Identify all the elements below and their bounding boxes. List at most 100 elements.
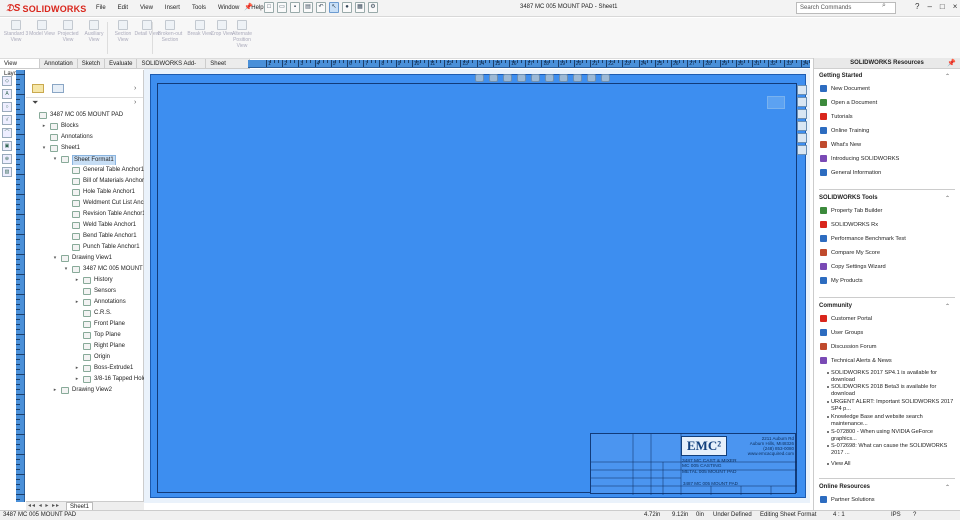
tree-item-annotations[interactable]: Annotations xyxy=(26,132,144,143)
pin-icon[interactable]: 📌 xyxy=(244,3,253,11)
tree-item-c-r-s-[interactable]: C.R.S. xyxy=(26,308,144,319)
section-view-icon[interactable] xyxy=(517,74,526,82)
maximize-icon[interactable]: □ xyxy=(940,2,945,11)
tab-sheet-format[interactable]: Sheet Format xyxy=(206,59,250,77)
news-item[interactable]: URGENT ALERT: Important SOLIDWORKS 2017 … xyxy=(827,399,956,412)
tree-item-right-plane[interactable]: Right Plane xyxy=(26,341,144,352)
note-icon[interactable]: A xyxy=(2,89,12,99)
expand-arrow-icon[interactable]: ▸ xyxy=(74,374,80,385)
tab-sketch[interactable]: Sketch xyxy=(78,59,106,68)
tree-item-revision-table-anchor1[interactable]: Revision Table Anchor1 xyxy=(26,209,144,220)
custom-properties-icon[interactable] xyxy=(797,145,807,155)
news-item[interactable]: S-072800 - When using NVIDIA GeForce gra… xyxy=(827,429,956,442)
tree-item-weldment-cut-list-anchor1[interactable]: Weldment Cut List Anchor1 xyxy=(26,198,144,209)
tree-item-origin[interactable]: Origin xyxy=(26,352,144,363)
status-help-icon[interactable]: ? xyxy=(913,511,916,520)
print-icon[interactable]: ▤ xyxy=(303,2,313,13)
tree-item-weld-table-anchor1[interactable]: Weld Table Anchor1 xyxy=(26,220,144,231)
tab-view-layout[interactable]: View Layout xyxy=(0,59,41,77)
command-alternate-position-view[interactable]: Alternate Position View xyxy=(229,20,255,49)
search-commands-input[interactable]: Search Commands xyxy=(796,2,896,14)
expand-panel-icon[interactable]: › xyxy=(134,99,136,106)
home-icon[interactable] xyxy=(797,85,807,95)
appearance-icon[interactable] xyxy=(573,74,582,82)
smart-dimension-icon[interactable]: ◇ xyxy=(2,76,12,86)
view-all-link[interactable]: View All xyxy=(827,461,956,468)
datum-icon[interactable]: ▣ xyxy=(2,141,12,151)
zoom-area-icon[interactable] xyxy=(489,74,498,82)
section-title-community[interactable]: Community xyxy=(819,303,852,309)
tab-solidworks-add-ins[interactable]: SOLIDWORKS Add-Ins xyxy=(137,59,207,77)
help-icon[interactable]: ? xyxy=(915,2,919,11)
previous-view-icon[interactable] xyxy=(503,74,512,82)
save-icon[interactable]: ▪ xyxy=(290,2,300,13)
menu-item-tools[interactable]: Tools xyxy=(186,3,212,13)
file-properties-icon[interactable]: ▦ xyxy=(355,2,365,13)
chevron-up-icon[interactable]: ⌃ xyxy=(945,303,950,310)
tree-item-top-plane[interactable]: Top Plane xyxy=(26,330,144,341)
tree-item-sheet-format1[interactable]: ▾ Sheet Format1 xyxy=(26,154,144,165)
collapse-arrow-icon[interactable]: ▾ xyxy=(41,143,47,154)
surface-finish-icon[interactable]: √ xyxy=(2,115,12,125)
tree-item-boss-extrude1[interactable]: ▸ Boss-Extrude1 xyxy=(26,363,144,374)
menu-item-insert[interactable]: Insert xyxy=(159,3,186,13)
solidworks-logo[interactable]: 𝔇S SOLIDWORKS xyxy=(6,2,87,15)
view-palette-icon[interactable] xyxy=(797,121,807,131)
tree-item-front-plane[interactable]: Front Plane xyxy=(26,319,144,330)
command-auxiliary-view[interactable]: Auxiliary View xyxy=(81,20,107,43)
menu-item-file[interactable]: File xyxy=(90,3,112,13)
collapse-arrow-icon[interactable]: ▾ xyxy=(52,253,58,264)
centerline-icon[interactable]: ⊕ xyxy=(2,154,12,164)
menu-item-view[interactable]: View xyxy=(134,3,159,13)
open-icon[interactable]: ▭ xyxy=(277,2,287,13)
tree-item-sensors[interactable]: Sensors xyxy=(26,286,144,297)
expand-arrow-icon[interactable]: ▸ xyxy=(52,385,58,396)
balloon-icon[interactable]: ○ xyxy=(2,102,12,112)
tree-item-3487-mc-005-mount-pad[interactable]: 3487 MC 005 MOUNT PAD xyxy=(26,110,144,121)
command-standard-3-view[interactable]: Standard 3 View xyxy=(3,20,29,43)
options-icon[interactable]: ⚙ xyxy=(368,2,378,13)
tab-evaluate[interactable]: Evaluate xyxy=(105,59,138,68)
new-icon[interactable]: □ xyxy=(264,2,274,13)
command-broken-out-section[interactable]: Broken-out Section xyxy=(157,20,183,43)
command-projected-view[interactable]: Projected View xyxy=(55,20,81,43)
file-explorer-icon[interactable] xyxy=(797,109,807,119)
news-item[interactable]: SOLIDWORKS 2018 Beta3 is available for d… xyxy=(827,384,956,397)
filter-icon[interactable]: ⏷ xyxy=(32,98,38,108)
tree-item-general-table-anchor1[interactable]: General Table Anchor1 xyxy=(26,165,144,176)
sheet-nav-arrows[interactable]: ◂◂ ◂ ▸ ▸▸ xyxy=(28,502,60,509)
tree-item-3-8-16-tapped-hole1[interactable]: ▸ 3/8-16 Tapped Hole1 xyxy=(26,374,144,385)
tab-annotation[interactable]: Annotation xyxy=(40,59,78,68)
view-cube-icon[interactable] xyxy=(767,96,785,109)
tree-item-history[interactable]: ▸ History xyxy=(26,275,144,286)
command-model-view[interactable]: Model View xyxy=(29,20,55,37)
expand-arrow-icon[interactable]: ▸ xyxy=(74,275,80,286)
design-library-icon[interactable] xyxy=(797,97,807,107)
view-settings-icon[interactable] xyxy=(601,74,610,82)
menu-item-window[interactable]: Window xyxy=(212,3,245,13)
section-title-solidworks-tools[interactable]: SOLIDWORKS Tools xyxy=(819,195,878,201)
chevron-up-icon[interactable]: ⌃ xyxy=(945,195,950,202)
expand-arrow-icon[interactable]: ▸ xyxy=(41,121,47,132)
appearances-icon[interactable] xyxy=(797,133,807,143)
display-style-icon[interactable] xyxy=(545,74,554,82)
close-icon[interactable]: × xyxy=(953,2,958,11)
tree-item-drawing-view2[interactable]: ▸ Drawing View2 xyxy=(26,385,144,396)
pin-icon[interactable]: 📌 xyxy=(947,58,956,69)
property-manager-tab-icon[interactable] xyxy=(52,84,64,93)
select-icon[interactable]: ↖ xyxy=(329,2,339,13)
command-section-view[interactable]: Section View xyxy=(110,20,136,43)
feature-tree-tab-icon[interactable] xyxy=(32,84,44,93)
view-orientation-icon[interactable] xyxy=(531,74,540,82)
tree-item-sheet1[interactable]: ▾ Sheet1 xyxy=(26,143,144,154)
expand-arrow-icon[interactable]: ▸ xyxy=(74,297,80,308)
weld-symbol-icon[interactable]: ⌒ xyxy=(2,128,12,138)
tree-item-bend-table-anchor1[interactable]: Bend Table Anchor1 xyxy=(26,231,144,242)
rebuild-icon[interactable]: ● xyxy=(342,2,352,13)
expand-arrow-icon[interactable]: ▸ xyxy=(74,363,80,374)
hatch-icon[interactable]: ▧ xyxy=(2,167,12,177)
hide-show-icon[interactable] xyxy=(559,74,568,82)
tree-item-punch-table-anchor1[interactable]: Punch Table Anchor1 xyxy=(26,242,144,253)
chevron-up-icon[interactable]: ⌃ xyxy=(945,484,950,491)
status-units[interactable]: IPS xyxy=(891,511,901,520)
